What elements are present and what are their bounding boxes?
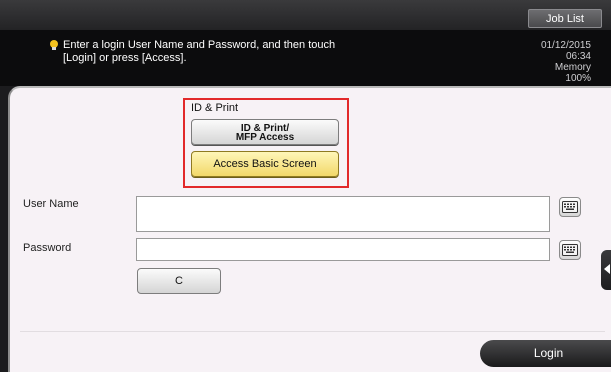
keyboard-icon	[562, 201, 578, 213]
access-basic-screen-button[interactable]: Access Basic Screen	[191, 151, 339, 177]
memory-label: Memory	[554, 62, 591, 73]
clear-button[interactable]: C	[137, 268, 221, 294]
chevron-left-icon	[604, 264, 610, 274]
status-date: 01/12/2015	[540, 40, 591, 51]
login-screen: Job List Enter a login User Name and Pas…	[0, 0, 611, 372]
memory-value: 100%	[565, 73, 591, 84]
username-field[interactable]	[136, 196, 550, 232]
status-info: 01/12/2015 06:34 Memory 100%	[491, 40, 591, 84]
username-label: User Name	[23, 198, 79, 210]
password-field[interactable]	[136, 238, 550, 261]
username-keyboard-button[interactable]	[559, 197, 581, 217]
side-panel-tab[interactable]	[601, 250, 611, 290]
login-button[interactable]: Login	[480, 340, 611, 367]
message-area: Enter a login User Name and Password, an…	[0, 30, 611, 86]
top-bar: Job List	[0, 0, 611, 30]
mfp-button-line2: MFP Access	[235, 132, 295, 143]
id-print-mfp-access-button[interactable]: ID & Print/ MFP Access	[191, 119, 339, 145]
password-label: Password	[23, 242, 72, 254]
divider	[20, 331, 605, 332]
id-print-section: ID & Print ID & Print/ MFP Access Access…	[183, 98, 349, 188]
id-print-label: ID & Print	[191, 102, 239, 114]
login-panel: ID & Print ID & Print/ MFP Access Access…	[8, 86, 611, 372]
keyboard-icon	[562, 244, 578, 256]
instruction-message: Enter a login User Name and Password, an…	[63, 39, 336, 64]
status-time: 06:34	[565, 51, 591, 62]
password-keyboard-button[interactable]	[559, 240, 581, 260]
job-list-button[interactable]: Job List	[528, 9, 602, 28]
lightbulb-icon	[50, 40, 58, 50]
